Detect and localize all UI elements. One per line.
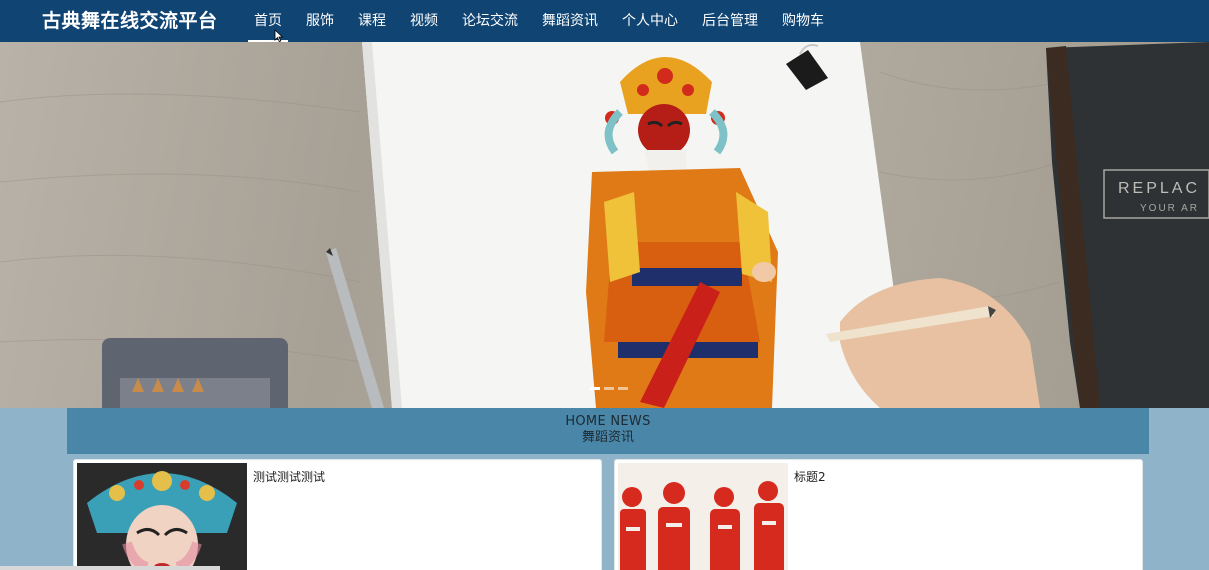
- svg-text:YOUR AR: YOUR AR: [1140, 203, 1199, 214]
- top-navbar: 古典舞在线交流平台 首页 服饰 课程 视频 论坛交流 舞蹈资讯 个人中心 后台管…: [0, 0, 1209, 42]
- slide-indicator-2[interactable]: [604, 387, 614, 390]
- news-section-header: HOME NEWS 舞蹈资讯: [67, 408, 1149, 454]
- news-card-title[interactable]: 标题2: [794, 468, 826, 485]
- nav-item-costume[interactable]: 服饰: [300, 0, 340, 42]
- news-card-title[interactable]: 测试测试测试: [253, 468, 325, 485]
- slide-indicator-1[interactable]: [590, 387, 600, 390]
- nav-item-forum[interactable]: 论坛交流: [456, 0, 524, 42]
- news-card[interactable]: 测试测试测试: [73, 459, 602, 570]
- nav-item-videos[interactable]: 视频: [404, 0, 444, 42]
- slide-indicators: [590, 387, 628, 390]
- news-card-thumbnail[interactable]: [618, 463, 788, 570]
- old-book-illustration: REPLAC YOUR AR: [1046, 42, 1209, 408]
- silver-pen-illustration: [326, 248, 384, 408]
- news-title-chinese: 舞蹈资讯: [581, 430, 634, 445]
- nav-item-cart[interactable]: 购物车: [776, 0, 830, 42]
- news-title-english: HOME NEWS: [565, 414, 651, 429]
- main-nav: 首页 服饰 课程 视频 论坛交流 舞蹈资讯 个人中心 后台管理 购物车: [248, 0, 842, 42]
- pencil-tin-illustration: [102, 338, 288, 408]
- nav-item-admin[interactable]: 后台管理: [696, 0, 764, 42]
- slide-indicator-3[interactable]: [618, 387, 628, 390]
- nav-item-courses[interactable]: 课程: [352, 0, 392, 42]
- nav-item-profile[interactable]: 个人中心: [616, 0, 684, 42]
- news-card-thumbnail[interactable]: [77, 463, 247, 570]
- mouse-cursor-icon: [274, 29, 284, 43]
- horizontal-scrollbar[interactable]: [0, 566, 220, 570]
- hero-banner[interactable]: REPLAC YOUR AR: [0, 42, 1209, 408]
- nav-item-dance-news[interactable]: 舞蹈资讯: [536, 0, 604, 42]
- hero-illustration: REPLAC YOUR AR: [0, 42, 1209, 408]
- svg-text:REPLAC: REPLAC: [1118, 180, 1200, 197]
- news-card[interactable]: 标题2: [614, 459, 1143, 570]
- site-brand[interactable]: 古典舞在线交流平台: [42, 7, 218, 35]
